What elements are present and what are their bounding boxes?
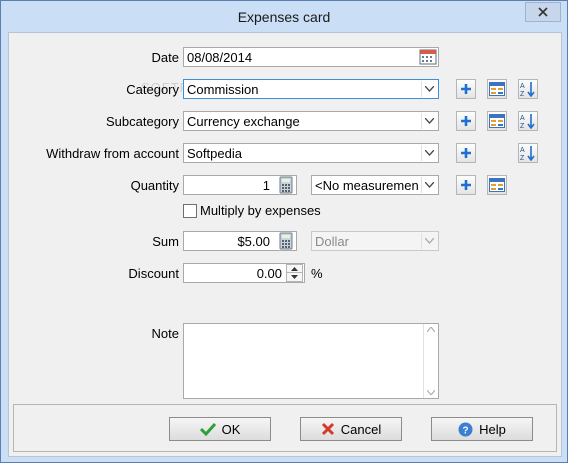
add-icon xyxy=(461,180,471,190)
sum-label: Sum xyxy=(152,234,179,249)
multiply-label: Multiply by expenses xyxy=(200,203,321,218)
chevron-down-icon[interactable] xyxy=(421,81,437,97)
close-button[interactable] xyxy=(525,2,561,22)
cancel-button[interactable]: Cancel xyxy=(300,417,402,441)
ok-button[interactable]: OK xyxy=(169,417,271,441)
ok-label: OK xyxy=(221,421,241,437)
help-icon: ? xyxy=(458,422,473,436)
svg-text:A: A xyxy=(520,83,525,90)
discount-value: 0.00 xyxy=(256,266,282,281)
dialog-client: SOFTPEDIA Date 08/08/2014 Category Commi… xyxy=(8,32,562,457)
quantity-label: Quantity xyxy=(130,178,179,193)
cancel-label: Cancel xyxy=(340,421,382,437)
withdraw-value: Softpedia xyxy=(187,146,242,161)
chevron-down-icon[interactable] xyxy=(421,177,437,193)
sort-az-icon: AZ xyxy=(520,114,535,129)
date-value: 08/08/2014 xyxy=(187,50,253,65)
svg-text:?: ? xyxy=(463,425,469,436)
edit-measurement-list-button[interactable] xyxy=(487,175,507,195)
list-edit-icon xyxy=(489,82,505,96)
svg-text:Z: Z xyxy=(520,155,525,161)
sort-subcategory-button[interactable]: AZ xyxy=(518,111,538,131)
add-account-button[interactable] xyxy=(456,143,476,163)
category-combo[interactable]: Commission xyxy=(183,79,439,99)
add-icon xyxy=(461,116,471,126)
measurement-value: <No measuremen xyxy=(315,178,419,193)
calendar-icon[interactable] xyxy=(419,48,437,66)
subcategory-combo[interactable]: Currency exchange xyxy=(183,111,439,131)
svg-text:Z: Z xyxy=(520,91,525,97)
svg-text:A: A xyxy=(520,147,525,154)
subcategory-value: Currency exchange xyxy=(187,114,300,129)
sort-az-icon: AZ xyxy=(520,82,535,97)
sort-category-button[interactable]: AZ xyxy=(518,79,538,99)
chevron-down-icon[interactable] xyxy=(421,113,437,129)
note-scrollbar[interactable] xyxy=(423,324,438,398)
chevron-down-icon xyxy=(421,233,437,249)
close-icon xyxy=(538,7,548,17)
cross-icon xyxy=(321,422,334,436)
list-edit-icon xyxy=(489,114,505,128)
add-measurement-button[interactable] xyxy=(456,175,476,195)
discount-unit: % xyxy=(311,266,323,281)
discount-spinner[interactable] xyxy=(286,264,303,282)
discount-label: Discount xyxy=(128,266,179,281)
calculator-icon[interactable] xyxy=(277,232,295,250)
withdraw-account-combo[interactable]: Softpedia xyxy=(183,143,439,163)
help-label: Help xyxy=(479,421,506,437)
edit-category-list-button[interactable] xyxy=(487,79,507,99)
button-panel: OK Cancel ? Help xyxy=(13,404,557,452)
add-subcategory-button[interactable] xyxy=(456,111,476,131)
add-category-button[interactable] xyxy=(456,79,476,99)
edit-subcategory-list-button[interactable] xyxy=(487,111,507,131)
date-field[interactable]: 08/08/2014 xyxy=(183,47,439,67)
multiply-checkbox[interactable] xyxy=(183,204,197,218)
chevron-down-icon[interactable] xyxy=(421,145,437,161)
check-icon xyxy=(199,422,216,436)
add-icon xyxy=(461,148,471,158)
measurement-combo[interactable]: <No measuremen xyxy=(311,175,439,195)
spin-down-icon[interactable] xyxy=(286,273,303,282)
category-label: Category xyxy=(126,82,179,97)
add-icon xyxy=(461,84,471,94)
note-textarea[interactable] xyxy=(183,323,439,399)
help-button[interactable]: ? Help xyxy=(431,417,533,441)
sum-value: $5.00 xyxy=(237,234,270,249)
sort-az-icon: AZ xyxy=(520,146,535,161)
sort-account-button[interactable]: AZ xyxy=(518,143,538,163)
currency-value: Dollar xyxy=(315,234,349,249)
svg-text:Z: Z xyxy=(520,123,525,129)
currency-combo: Dollar xyxy=(311,231,439,251)
date-label: Date xyxy=(151,50,179,65)
subcategory-label: Subcategory xyxy=(106,114,179,129)
spin-up-icon[interactable] xyxy=(286,264,303,273)
svg-text:A: A xyxy=(520,115,525,122)
list-edit-icon xyxy=(489,178,505,192)
category-value: Commission xyxy=(187,82,259,97)
withdraw-label: Withdraw from account xyxy=(46,146,179,161)
quantity-value: 1 xyxy=(262,178,270,193)
calculator-icon[interactable] xyxy=(277,176,295,194)
title-bar: Expenses card xyxy=(1,1,567,32)
note-label: Note xyxy=(151,326,179,341)
expenses-card-window: Expenses card SOFTPEDIA Date 08/08/2014 … xyxy=(0,0,568,463)
window-title: Expenses card xyxy=(237,9,331,25)
